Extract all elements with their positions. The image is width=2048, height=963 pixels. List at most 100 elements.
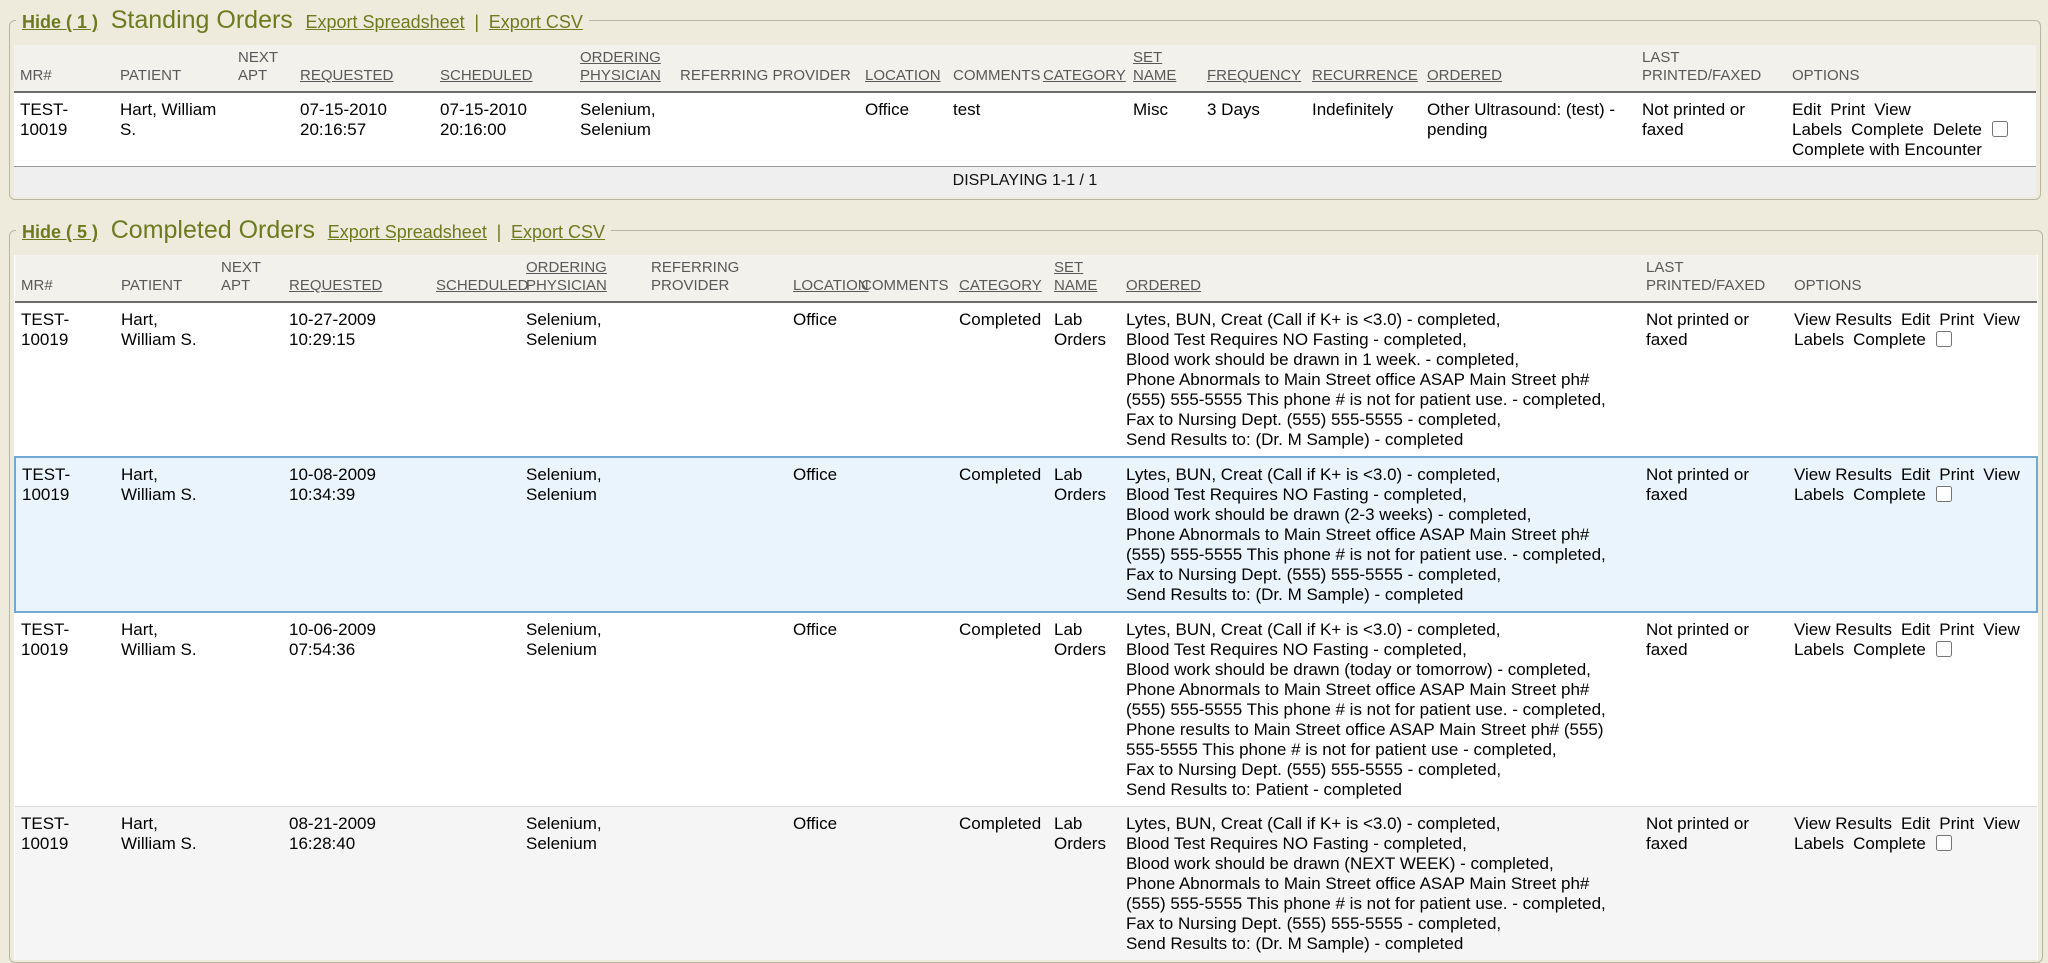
row-checkbox[interactable] bbox=[1936, 641, 1952, 657]
ordered-item: Blood Test Requires NO Fasting - complet… bbox=[1126, 640, 1632, 660]
column-header-requested[interactable]: REQUESTED bbox=[283, 255, 430, 302]
export-csv-link[interactable]: Export CSV bbox=[511, 222, 605, 242]
column-header-set-name[interactable]: SET NAME bbox=[1048, 255, 1120, 302]
cell-referring-provider bbox=[645, 302, 787, 457]
cell-ordered: Lytes, BUN, Creat (Call if K+ is <3.0) -… bbox=[1120, 612, 1640, 807]
cell-ordering-physician: Selenium, Selenium bbox=[520, 612, 645, 807]
ordered-item: Other Ultrasound: (test) - pending bbox=[1427, 100, 1628, 140]
column-header-ordered[interactable]: ORDERED bbox=[1120, 255, 1640, 302]
option-edit[interactable]: Edit bbox=[1901, 465, 1930, 484]
column-header-scheduled[interactable]: SCHEDULED bbox=[434, 45, 574, 92]
column-header-options: OPTIONS bbox=[1788, 255, 2037, 302]
option-edit[interactable]: Edit bbox=[1901, 620, 1930, 639]
column-header-location[interactable]: LOCATION bbox=[859, 45, 947, 92]
column-header-patient: PATIENT bbox=[115, 255, 215, 302]
cell-set-name: Lab Orders bbox=[1048, 807, 1120, 961]
cell-next-apt bbox=[215, 302, 283, 457]
column-header-location[interactable]: LOCATION bbox=[787, 255, 855, 302]
column-header-recurrence[interactable]: RECURRENCE bbox=[1306, 45, 1421, 92]
ordered-item: Fax to Nursing Dept. (555) 555-5555 - co… bbox=[1126, 914, 1632, 934]
column-header-category[interactable]: CATEGORY bbox=[953, 255, 1048, 302]
hide-toggle-link[interactable]: Hide ( 1 ) bbox=[22, 12, 98, 32]
hide-toggle-link[interactable]: Hide ( 5 ) bbox=[22, 222, 98, 242]
export-spreadsheet-link[interactable]: Export Spreadsheet bbox=[306, 12, 465, 32]
cell-referring-provider bbox=[674, 92, 859, 167]
completed-orders-legend: Hide ( 5 ) Completed Orders Export Sprea… bbox=[16, 216, 611, 245]
option-print[interactable]: Print bbox=[1939, 814, 1974, 833]
cell-last-printed: Not printed or faxed bbox=[1640, 807, 1788, 961]
ordered-item: Fax to Nursing Dept. (555) 555-5555 - co… bbox=[1126, 410, 1632, 430]
option-delete[interactable]: Delete bbox=[1933, 120, 1982, 139]
column-header-set-name[interactable]: SET NAME bbox=[1127, 45, 1201, 92]
cell-mr: TEST-10019 bbox=[15, 457, 115, 612]
option-edit[interactable]: Edit bbox=[1792, 100, 1821, 119]
cell-category: Completed bbox=[953, 457, 1048, 612]
column-header-frequency[interactable]: FREQUENCY bbox=[1201, 45, 1306, 92]
ordered-item: Blood work should be drawn (NEXT WEEK) -… bbox=[1126, 854, 1632, 874]
cell-options: EditPrintView LabelsCompleteDeleteComple… bbox=[1786, 92, 2036, 167]
cell-scheduled bbox=[430, 612, 520, 807]
row-checkbox[interactable] bbox=[1992, 121, 2008, 137]
cell-scheduled: 07-15-2010 20:16:00 bbox=[434, 92, 574, 167]
cell-patient: Hart, William S. bbox=[115, 612, 215, 807]
cell-last-printed: Not printed or faxed bbox=[1640, 612, 1788, 807]
option-print[interactable]: Print bbox=[1939, 465, 1974, 484]
cell-next-apt bbox=[215, 457, 283, 612]
option-view-results[interactable]: View Results bbox=[1794, 814, 1892, 833]
option-complete[interactable]: Complete bbox=[1853, 485, 1926, 504]
cell-last-printed: Not printed or faxed bbox=[1640, 302, 1788, 457]
cell-requested: 07-15-2010 20:16:57 bbox=[294, 92, 434, 167]
column-header-ordering-physician[interactable]: ORDERING PHYSICIAN bbox=[574, 45, 674, 92]
cell-set-name: Lab Orders bbox=[1048, 612, 1120, 807]
column-header-options: OPTIONS bbox=[1786, 45, 2036, 92]
column-header-comments: COMMENTS bbox=[855, 255, 953, 302]
export-csv-link[interactable]: Export CSV bbox=[489, 12, 583, 32]
column-header-category[interactable]: CATEGORY bbox=[1037, 45, 1127, 92]
column-header-scheduled[interactable]: SCHEDULED bbox=[430, 255, 520, 302]
cell-comments bbox=[855, 302, 953, 457]
standing-orders-legend: Hide ( 1 ) Standing Orders Export Spread… bbox=[16, 6, 589, 35]
ordered-item: Send Results to: (Dr. M Sample) - comple… bbox=[1126, 934, 1632, 954]
section-title: Standing Orders bbox=[111, 6, 293, 34]
cell-location: Office bbox=[859, 92, 947, 167]
cell-referring-provider bbox=[645, 807, 787, 961]
row-checkbox[interactable] bbox=[1936, 331, 1952, 347]
cell-patient: Hart, William S. bbox=[115, 302, 215, 457]
option-complete-with-encounter[interactable]: Complete with Encounter bbox=[1792, 140, 1982, 159]
option-complete[interactable]: Complete bbox=[1851, 120, 1924, 139]
order-row: TEST-10019Hart, William S.07-15-2010 20:… bbox=[14, 92, 2036, 167]
column-header-requested[interactable]: REQUESTED bbox=[294, 45, 434, 92]
export-spreadsheet-link[interactable]: Export Spreadsheet bbox=[328, 222, 487, 242]
cell-category bbox=[1037, 92, 1127, 167]
column-header-ordering-physician[interactable]: ORDERING PHYSICIAN bbox=[520, 255, 645, 302]
option-edit[interactable]: Edit bbox=[1901, 814, 1930, 833]
column-header-referring-provider: REFERRING PROVIDER bbox=[645, 255, 787, 302]
column-header-referring-provider: REFERRING PROVIDER bbox=[674, 45, 859, 92]
option-print[interactable]: Print bbox=[1939, 310, 1974, 329]
column-header-ordered[interactable]: ORDERED bbox=[1421, 45, 1636, 92]
option-view-results[interactable]: View Results bbox=[1794, 310, 1892, 329]
cell-patient: Hart, William S. bbox=[115, 457, 215, 612]
option-complete[interactable]: Complete bbox=[1853, 640, 1926, 659]
option-edit[interactable]: Edit bbox=[1901, 310, 1930, 329]
column-header-mr: MR# bbox=[14, 45, 114, 92]
ordered-item: Fax to Nursing Dept. (555) 555-5555 - co… bbox=[1126, 565, 1632, 585]
ordered-item: Lytes, BUN, Creat (Call if K+ is <3.0) -… bbox=[1126, 814, 1632, 834]
pagination-status: DISPLAYING 1-1 / 1 bbox=[14, 167, 2036, 198]
header-row: MR#PATIENTNEXT APTREQUESTEDSCHEDULEDORDE… bbox=[14, 45, 2036, 92]
cell-options: View ResultsEditPrintView LabelsComplete bbox=[1788, 612, 2037, 807]
cell-referring-provider bbox=[645, 457, 787, 612]
option-print[interactable]: Print bbox=[1939, 620, 1974, 639]
cell-ordering-physician: Selenium, Selenium bbox=[520, 457, 645, 612]
option-view-results[interactable]: View Results bbox=[1794, 465, 1892, 484]
cell-comments bbox=[855, 612, 953, 807]
cell-scheduled bbox=[430, 807, 520, 961]
option-complete[interactable]: Complete bbox=[1853, 834, 1926, 853]
cell-options: View ResultsEditPrintView LabelsComplete bbox=[1788, 302, 2037, 457]
row-checkbox[interactable] bbox=[1936, 835, 1952, 851]
cell-options: View ResultsEditPrintView LabelsComplete bbox=[1788, 457, 2037, 612]
row-checkbox[interactable] bbox=[1936, 486, 1952, 502]
option-print[interactable]: Print bbox=[1830, 100, 1865, 119]
option-complete[interactable]: Complete bbox=[1853, 330, 1926, 349]
option-view-results[interactable]: View Results bbox=[1794, 620, 1892, 639]
